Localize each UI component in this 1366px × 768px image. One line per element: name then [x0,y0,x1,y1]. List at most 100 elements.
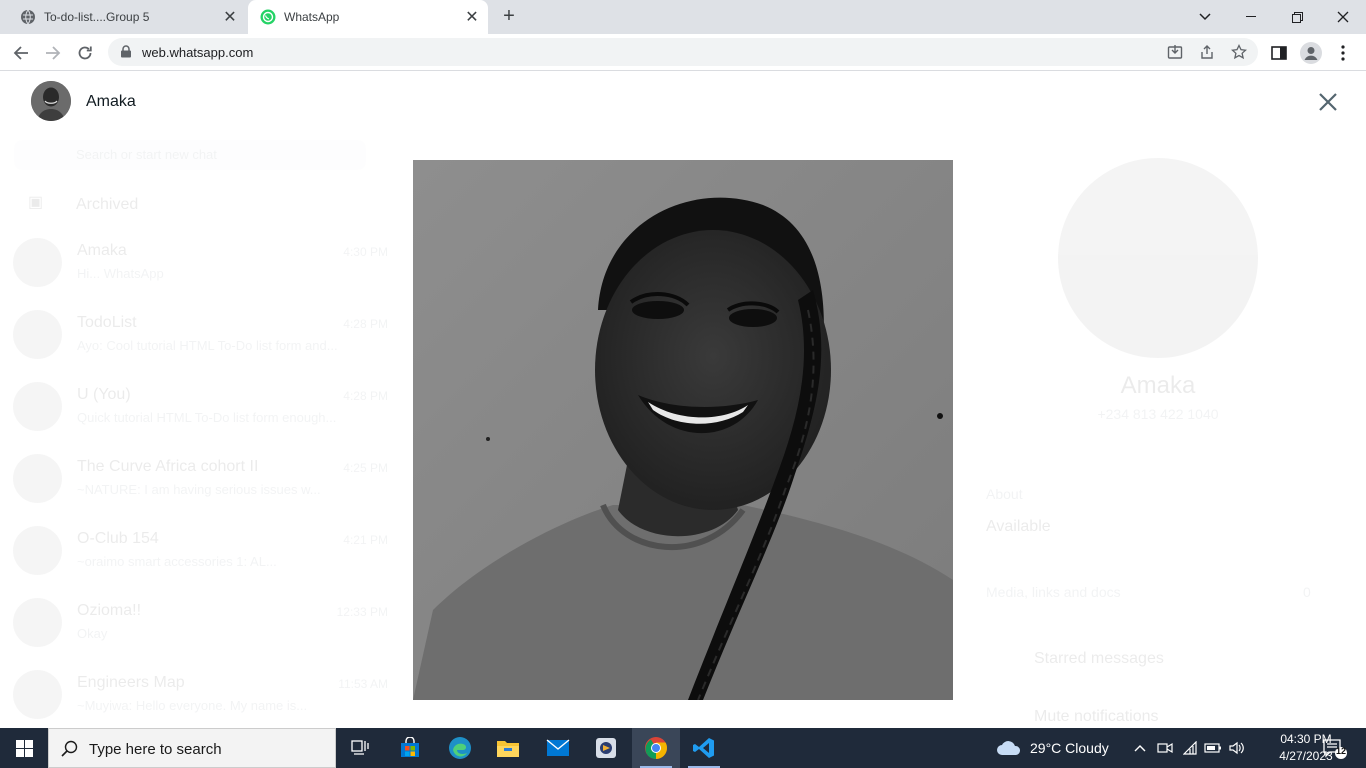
chat-time: 4:28 PM [343,389,388,403]
contact-avatar[interactable] [31,81,71,121]
profile-avatar [1058,158,1258,358]
chat-preview: Quick tutorial HTML To-Do list form enou… [77,410,337,425]
lock-icon[interactable] [120,45,132,58]
avatar [13,454,62,503]
url-text: web.whatsapp.com [142,45,254,60]
profile-avatar-icon[interactable] [1298,40,1324,66]
chat-list-item: The Curve Africa cohort II 4:25 PM ~NATU… [0,444,400,516]
tab-whatsapp[interactable]: WhatsApp ✕ [248,0,488,34]
battery-icon[interactable] [1202,728,1224,768]
notification-badge: 12 [1335,746,1346,756]
volume-icon[interactable] [1226,728,1248,768]
restore-button[interactable] [1274,0,1320,34]
tab-title: To-do-list....Group 5 [44,10,150,24]
avatar [13,238,62,287]
contact-name: Amaka [86,93,136,110]
vscode-icon[interactable] [680,728,728,768]
chat-list-item: TodoList 4:28 PM Ayo: Cool tutorial HTML… [0,300,400,372]
address-bar[interactable]: web.whatsapp.com [108,38,1258,66]
minimize-button[interactable] [1228,0,1274,34]
profile-photo [413,160,953,700]
notification-center-icon[interactable]: 12 [1322,738,1348,760]
whatsapp-icon [260,9,276,25]
tab-title: WhatsApp [284,10,340,24]
chat-name: TodoList [77,314,137,331]
taskbar-search-box[interactable]: Type here to search [48,728,336,768]
archived-label: Archived [76,196,139,213]
meet-now-icon[interactable] [1154,728,1176,768]
browser-toolbar: web.whatsapp.com [0,34,1366,71]
starred-messages-label: Starred messages [1034,650,1164,667]
back-arrow-icon[interactable] [8,40,34,66]
chat-name: U (You) [77,386,131,403]
chat-search-input: Search or start new chat [14,140,366,170]
chat-preview: Ayo: Cool tutorial HTML To-Do list form … [77,338,338,353]
profile-phone: +234 813 422 1040 [1097,406,1219,422]
chat-name: Engineers Map [77,674,185,691]
weather-widget[interactable]: 29°C Cloudy [996,728,1109,768]
weather-text: 29°C Cloudy [1030,740,1109,756]
chat-list-item: Engineers Map 11:53 AM ~Muyiwa: Hello ev… [0,660,400,732]
close-tab-icon[interactable]: ✕ [220,7,240,27]
forward-arrow-icon[interactable] [40,40,66,66]
search-icon [61,740,79,758]
chat-name: Amaka [77,242,127,259]
chat-list-item: U (You) 4:28 PM Quick tutorial HTML To-D… [0,372,400,444]
chat-time: 4:25 PM [343,461,388,475]
media-count: 0 [1303,584,1311,600]
chat-list-item: O-Club 154 4:21 PM ~oraimo smart accesso… [0,516,400,588]
browser-tabstrip: To-do-list....Group 5 ✕ WhatsApp ✕ + [0,0,1366,34]
microsoft-store-icon[interactable] [386,728,434,768]
media-app-icon[interactable] [582,728,630,768]
windows-start-button[interactable] [0,728,48,768]
archive-icon: ▣ [28,194,44,211]
install-app-icon[interactable] [1166,44,1184,60]
task-view-icon[interactable] [336,728,384,768]
chat-name: The Curve Africa cohort II [77,458,259,475]
browser-menu-icon[interactable] [1330,40,1356,66]
chat-preview: Okay [77,626,108,641]
chat-time: 12:33 PM [336,605,388,619]
chat-time: 4:30 PM [343,245,388,259]
chat-name: O-Club 154 [77,530,159,547]
tab-search-dropdown-icon[interactable] [1182,0,1228,34]
tab-todo-list[interactable]: To-do-list....Group 5 ✕ [8,0,246,34]
chat-time: 4:21 PM [343,533,388,547]
globe-icon [20,9,36,25]
archived-row: ▣ Archived [28,192,138,213]
chat-preview: Hi... WhatsApp [77,266,164,281]
close-viewer-icon[interactable] [1314,88,1342,116]
chat-list-item: Ozioma!! 12:33 PM Okay [0,588,400,660]
chat-preview: ~oraimo smart accessories 1: AL... [77,554,277,569]
reload-icon[interactable] [72,40,98,66]
avatar [13,598,62,647]
chat-name: Ozioma!! [77,602,142,619]
chat-time: 11:53 AM [338,677,388,691]
chrome-icon[interactable] [632,728,680,768]
profile-name: Amaka [1120,372,1196,399]
windows-taskbar: Type here to search 29°C Cloudy 04:30 PM… [0,728,1366,768]
chat-list-item: Amaka 4:30 PM Hi... WhatsApp [0,228,400,300]
chat-preview: ~Muyiwa: Hello everyone. My name is... [77,698,308,713]
bookmark-star-icon[interactable] [1230,43,1248,60]
side-panel-icon[interactable] [1266,40,1292,66]
close-tab-icon[interactable]: ✕ [462,7,482,27]
avatar [13,670,62,719]
edge-browser-icon[interactable] [436,728,484,768]
media-links-docs-label: Media, links and docs [986,584,1121,600]
new-tab-button[interactable]: + [498,6,520,28]
chevron-up-icon[interactable] [1130,728,1150,768]
share-icon[interactable] [1198,44,1216,60]
mute-notifications-label: Mute notifications [1034,708,1159,725]
about-label: About [986,486,1023,502]
file-explorer-icon[interactable] [484,728,532,768]
avatar [13,382,62,431]
mail-icon[interactable] [534,728,582,768]
chat-preview: ~NATURE: I am having serious issues w... [77,482,321,497]
avatar [13,310,62,359]
close-window-button[interactable] [1320,0,1366,34]
search-placeholder: Search or start new chat [76,147,217,162]
wifi-icon[interactable] [1180,728,1202,768]
about-value: Available [986,518,1051,535]
avatar [13,526,62,575]
